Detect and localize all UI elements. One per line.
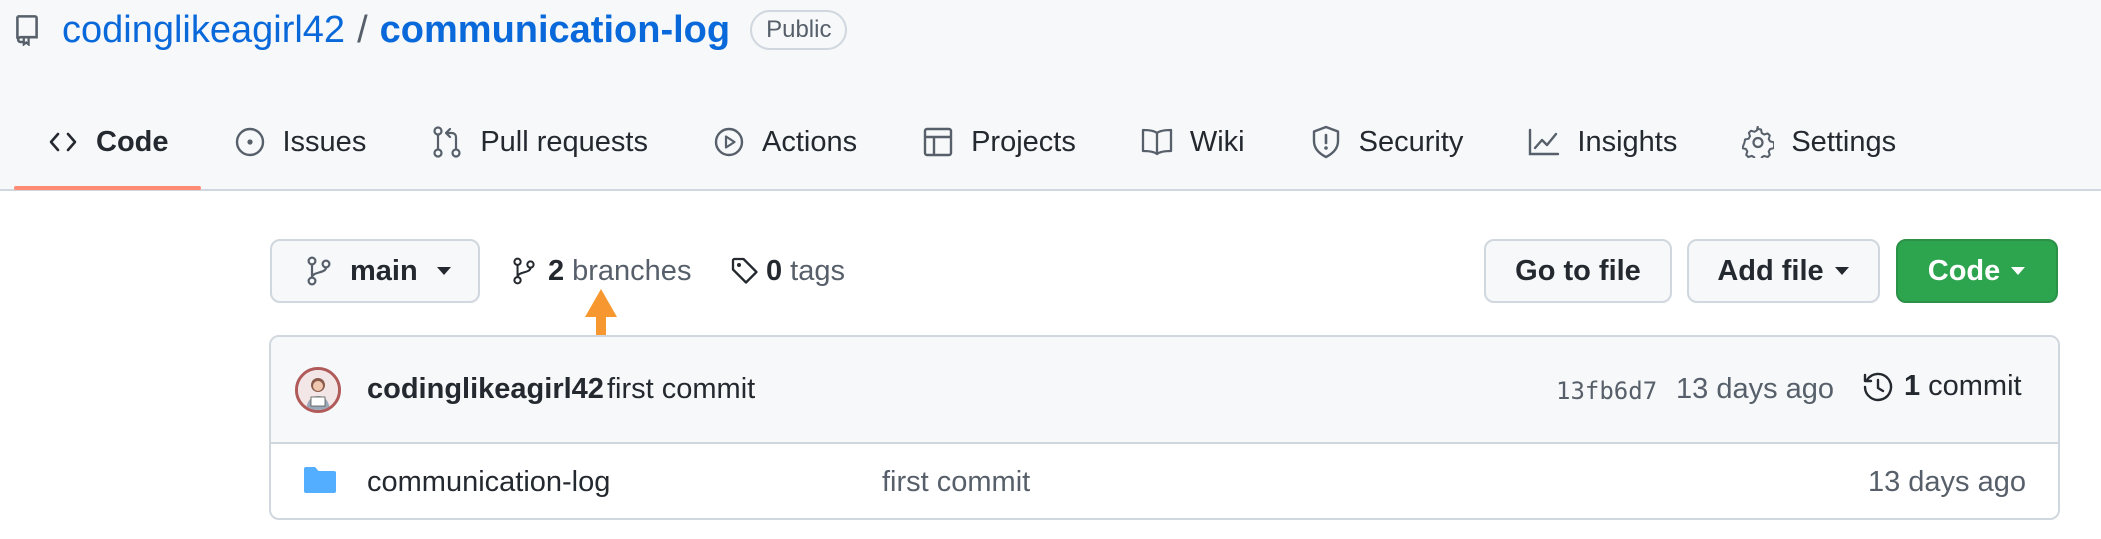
tab-label: Code: [96, 125, 169, 158]
tab-label: Insights: [1577, 125, 1678, 158]
commit-author-link[interactable]: codinglikeagirl42: [367, 373, 604, 406]
tab-security[interactable]: Security: [1277, 110, 1496, 174]
tag-icon: [730, 256, 760, 286]
graph-icon: [1527, 125, 1561, 159]
commit-message-link[interactable]: first commit: [607, 373, 755, 406]
branches-label: branches: [572, 254, 692, 287]
book-icon: [1140, 125, 1174, 159]
tags-link[interactable]: 0 tags: [730, 239, 845, 303]
code-button[interactable]: Code: [1896, 239, 2058, 303]
play-icon: [712, 125, 746, 159]
repo-separator: /: [357, 8, 368, 51]
git-branch-icon: [306, 256, 332, 286]
current-branch-label: main: [350, 254, 418, 287]
shield-icon: [1309, 125, 1343, 159]
tab-code[interactable]: Code: [14, 110, 201, 190]
add-file-button[interactable]: Add file: [1687, 239, 1880, 303]
commit-count: 1: [1904, 370, 1921, 402]
repo-header: codinglikeagirl42 / communication-log Pu…: [0, 0, 2101, 191]
commit-sha-link[interactable]: 13fb6d7: [1556, 377, 1657, 405]
tab-actions[interactable]: Actions: [680, 110, 889, 174]
tab-pull-requests[interactable]: Pull requests: [398, 110, 680, 174]
chevron-down-icon: [2010, 266, 2026, 276]
tags-label: tags: [790, 254, 845, 287]
visibility-badge: Public: [750, 10, 848, 50]
tab-label: Settings: [1791, 125, 1897, 158]
go-to-file-label: Go to file: [1515, 254, 1641, 287]
table-icon: [921, 125, 955, 159]
tab-label: Wiki: [1189, 125, 1245, 158]
tab-wiki[interactable]: Wiki: [1108, 110, 1277, 174]
go-to-file-button[interactable]: Go to file: [1484, 239, 1672, 303]
tab-issues[interactable]: Issues: [201, 110, 399, 174]
repo-title: codinglikeagirl42 / communication-log Pu…: [14, 6, 848, 54]
chevron-down-icon: [1834, 266, 1850, 276]
tab-label: Security: [1358, 125, 1464, 158]
repo-name-link[interactable]: communication-log: [380, 9, 730, 52]
folder-icon: [303, 466, 337, 494]
file-list: codinglikeagirl42 first commit 13fb6d7 1…: [269, 335, 2060, 520]
repo-icon: [14, 13, 44, 47]
list-item[interactable]: communication-log first commit 13 days a…: [271, 444, 2058, 518]
tab-label: Actions: [761, 125, 858, 158]
repo-tabs: Code Issues Pull requests Actions Projec…: [14, 110, 1928, 190]
tab-label: Issues: [282, 125, 367, 158]
avatar[interactable]: [295, 367, 341, 413]
file-time: 13 days ago: [1867, 466, 2026, 498]
latest-commit-row: codinglikeagirl42 first commit 13fb6d7 1…: [271, 337, 2058, 444]
code-button-label: Code: [1927, 254, 2001, 287]
add-file-label: Add file: [1717, 254, 1824, 287]
history-icon: [1862, 371, 1894, 403]
gear-icon: [1741, 125, 1775, 159]
chevron-down-icon: [436, 266, 452, 276]
repo-owner-link[interactable]: codinglikeagirl42: [62, 9, 345, 52]
commit-label: commit: [1928, 370, 2022, 402]
commit-history-link[interactable]: 1 commit: [1862, 370, 2022, 403]
tab-label: Pull requests: [480, 125, 648, 158]
tags-count: 0: [766, 254, 783, 287]
file-commit-message-link[interactable]: first commit: [882, 466, 1030, 499]
file-name-link[interactable]: communication-log: [367, 466, 610, 499]
tab-insights[interactable]: Insights: [1495, 110, 1709, 174]
git-branch-icon: [512, 256, 536, 286]
commit-time: 13 days ago: [1676, 373, 1835, 405]
code-icon: [46, 125, 80, 159]
tab-label: Projects: [971, 125, 1076, 158]
branch-select-button[interactable]: main: [270, 239, 480, 303]
branches-count: 2: [548, 254, 565, 287]
git-pull-request-icon: [430, 125, 464, 159]
tab-projects[interactable]: Projects: [889, 110, 1108, 174]
tab-settings[interactable]: Settings: [1709, 110, 1928, 174]
issue-opened-icon: [233, 125, 267, 159]
